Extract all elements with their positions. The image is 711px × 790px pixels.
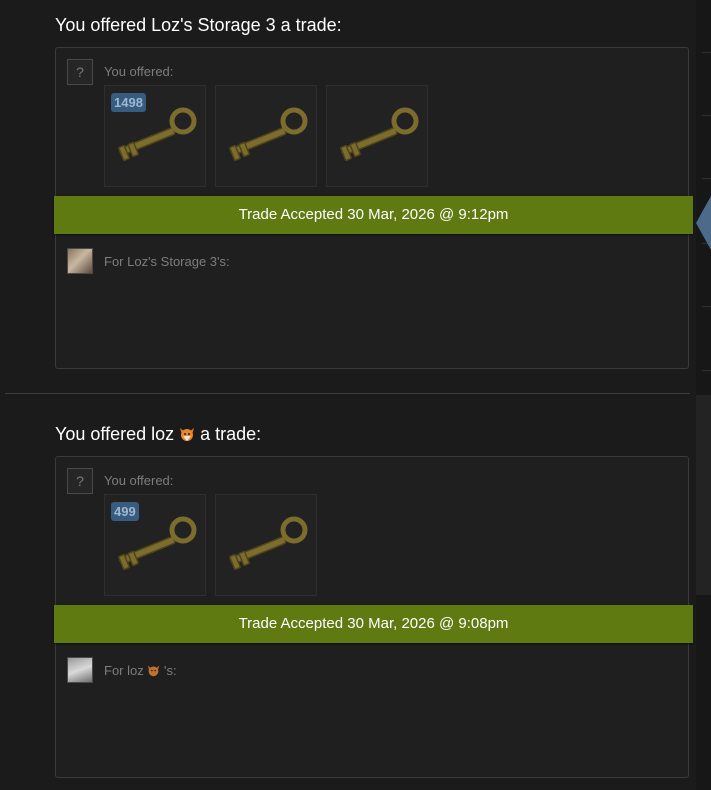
fox-emoji-icon xyxy=(148,665,160,677)
trade-status-bar: Trade Accepted 30 Mar, 2026 @ 9:08pm xyxy=(54,605,693,643)
key-icon xyxy=(229,107,308,162)
trade-box: ? You offered: 499 Trade Accepted 30 Mar… xyxy=(54,456,693,778)
item-slot[interactable]: 1498 xyxy=(104,85,206,187)
partner-items-label-suffix: 's: xyxy=(163,663,177,678)
partner-items-label: For Loz's Storage 3's: xyxy=(104,254,230,269)
trade-title-prefix: You offered loz xyxy=(55,424,175,444)
rail-divider xyxy=(702,178,711,179)
trade-divider xyxy=(5,393,690,394)
trade-status-bar: Trade Accepted 30 Mar, 2026 @ 9:12pm xyxy=(54,196,693,234)
key-icon xyxy=(118,516,197,571)
item-slot[interactable] xyxy=(215,494,317,596)
unknown-avatar-icon: ? xyxy=(67,468,93,494)
scrollbar-thumb[interactable] xyxy=(696,395,711,595)
offer-label: You offered: xyxy=(104,64,174,79)
item-slot[interactable]: 499 xyxy=(104,494,206,596)
item-slot[interactable] xyxy=(215,85,317,187)
trade-history-page: You offered Loz's Storage 3 a trade: ? Y… xyxy=(0,0,711,790)
partner-avatar[interactable] xyxy=(67,248,93,274)
key-icon xyxy=(229,516,308,571)
rail-divider xyxy=(702,115,711,116)
side-tab-arrow[interactable] xyxy=(696,196,711,250)
trade-title-suffix: a trade: xyxy=(200,424,262,444)
partner-avatar[interactable] xyxy=(67,657,93,683)
partner-items-label-prefix: For loz xyxy=(104,663,144,678)
unknown-avatar-icon: ? xyxy=(67,59,93,85)
trade-title: You offered Loz's Storage 3 a trade: xyxy=(55,15,342,35)
offer-label: You offered: xyxy=(104,473,174,488)
partner-items-label: For loz 's: xyxy=(104,663,177,678)
key-icon xyxy=(340,107,419,162)
item-slot[interactable] xyxy=(326,85,428,187)
rail-divider xyxy=(702,306,711,307)
trade-title: You offered loz a trade: xyxy=(55,424,261,445)
fox-emoji-icon xyxy=(180,428,195,441)
rail-divider xyxy=(702,370,711,371)
trade-box: ? You offered: 1498 Trade Accepted 30 Ma… xyxy=(54,47,693,369)
key-icon xyxy=(118,107,197,162)
rail-divider xyxy=(702,52,711,53)
